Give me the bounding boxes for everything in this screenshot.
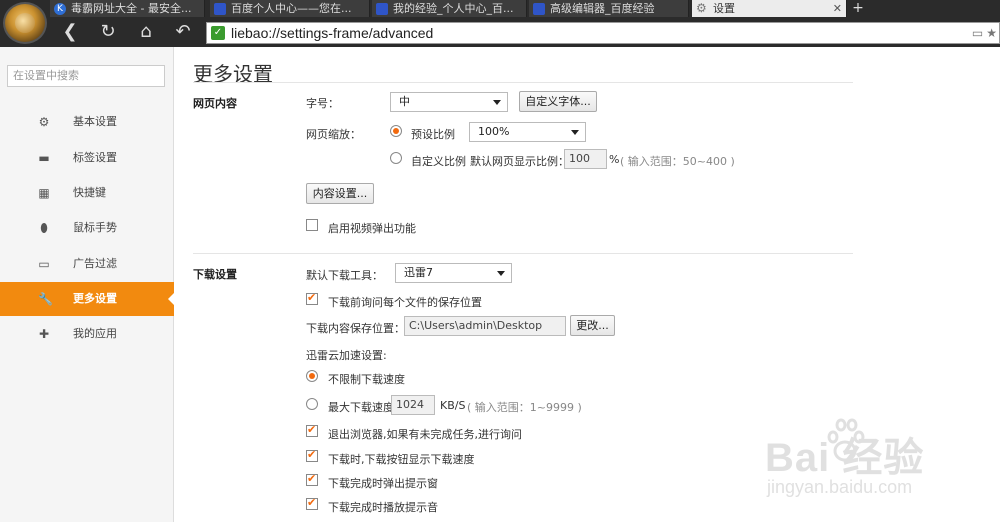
save-location-label: 下载内容保存位置： xyxy=(306,322,405,335)
change-location-button[interactable]: 更改... xyxy=(570,315,615,336)
star-icon[interactable]: ★ xyxy=(986,26,997,40)
mouse-icon: ⬮ xyxy=(40,221,48,235)
ask-location-label: 下载前询问每个文件的保存位置 xyxy=(328,296,482,309)
speed-unit: KB/S xyxy=(440,399,466,412)
font-size-select[interactable]: 中 xyxy=(390,92,508,112)
section-web-content: 网页内容 xyxy=(193,97,237,110)
settings-search-input[interactable]: 在设置中搜索 xyxy=(7,65,165,87)
back-icon[interactable]: ❮ xyxy=(57,20,83,44)
tab-title: 设置 xyxy=(713,2,735,15)
k-icon: K xyxy=(54,3,66,15)
content-settings-button[interactable]: 内容设置... xyxy=(306,183,374,204)
secure-check-icon: ✓ xyxy=(211,26,225,40)
custom-ratio-label: 自定义比例 xyxy=(411,155,466,168)
divider xyxy=(193,253,853,254)
font-size-label: 字号： xyxy=(306,97,339,110)
logo-inner xyxy=(15,13,35,33)
sidebar-item-label: 更多设置 xyxy=(73,292,117,305)
sidebar-item-label: 我的应用 xyxy=(73,327,117,340)
url-text[interactable]: liebao://settings-frame/advanced xyxy=(231,25,433,41)
video-popout-checkbox[interactable] xyxy=(306,219,318,231)
sidebar-item-label: 标签设置 xyxy=(73,151,117,164)
default-ratio-input[interactable]: 100 xyxy=(564,149,607,169)
exit-ask-label: 退出浏览器,如果有未完成任务,进行询问 xyxy=(328,428,522,441)
home-icon[interactable]: ⌂ xyxy=(133,20,159,44)
unlimited-speed-radio[interactable] xyxy=(306,370,318,382)
default-tool-label: 默认下载工具： xyxy=(306,269,383,282)
browser-logo-icon[interactable] xyxy=(3,2,47,44)
show-speed-checkbox[interactable] xyxy=(306,448,318,462)
gear-icon: ⚙ xyxy=(696,1,707,15)
video-popout-label: 启用视频弹出功能 xyxy=(328,222,416,235)
custom-font-button[interactable]: 自定义字体... xyxy=(519,91,597,112)
save-location-input[interactable]: C:\Users\admin\Desktop xyxy=(404,316,566,336)
tab-title: 百度个人中心——您在... xyxy=(231,2,352,15)
xunlei-accel-label: 迅雷云加速设置: xyxy=(306,349,387,362)
zoom-label: 网页缩放： xyxy=(306,128,361,141)
exit-ask-checkbox[interactable] xyxy=(306,423,318,437)
custom-ratio-radio[interactable] xyxy=(390,152,402,164)
sidebar-item-label: 广告过滤 xyxy=(73,257,117,270)
gear-icon: ⚙ xyxy=(38,115,50,129)
ratio-range-hint: ( 输入范围：50~400 ) xyxy=(620,155,735,168)
sound-done-checkbox[interactable] xyxy=(306,496,318,510)
baidu-paw-icon xyxy=(376,3,388,15)
tab-my-jingyan[interactable]: 我的经验_个人中心_百... xyxy=(372,0,527,17)
tab-duba-home[interactable]: K 毒霸网址大全 - 最安全... xyxy=(50,0,205,17)
new-tab-button[interactable]: + xyxy=(850,0,866,17)
wrench-icon: 🔧 xyxy=(38,292,53,306)
window-icon: ▭ xyxy=(38,257,50,271)
sidebar-item-adblock[interactable]: ▭ 广告过滤 xyxy=(0,247,174,281)
keyboard-icon: ▦ xyxy=(38,186,50,200)
baidu-paw-icon xyxy=(827,418,865,462)
tab-baidu-center[interactable]: 百度个人中心——您在... xyxy=(210,0,370,17)
sidebar-item-tabs[interactable]: ▬ 标签设置 xyxy=(0,141,174,175)
baidu-jingyan-watermark: Bai 经验 jingyan.baidu.com xyxy=(765,415,1000,522)
percent-unit: % xyxy=(609,153,620,166)
screen-block-icon[interactable]: ▭ xyxy=(972,26,983,40)
sidebar-item-label: 基本设置 xyxy=(73,115,117,128)
tab-title: 我的经验_个人中心_百... xyxy=(393,2,514,15)
address-bar-icons: ▭ ★ xyxy=(969,26,997,40)
divider xyxy=(193,82,853,83)
preset-ratio-radio[interactable] xyxy=(390,125,402,137)
section-download: 下载设置 xyxy=(193,268,237,281)
ask-location-checkbox[interactable] xyxy=(306,291,318,305)
refresh-icon[interactable]: ↻ xyxy=(95,20,121,44)
sidebar-item-label: 鼠标手势 xyxy=(73,221,117,234)
default-tool-select[interactable]: 迅雷7 xyxy=(395,263,512,283)
sidebar-item-basic[interactable]: ⚙ 基本设置 xyxy=(0,105,174,139)
max-speed-radio[interactable] xyxy=(306,398,318,410)
watermark-url: jingyan.baidu.com xyxy=(767,477,913,497)
close-icon[interactable]: ✕ xyxy=(833,0,842,17)
popup-done-label: 下载完成时弹出提示窗 xyxy=(328,477,438,490)
tab-title: 高级编辑器_百度经验 xyxy=(550,2,655,15)
sidebar-item-mouse-gesture[interactable]: ⬮ 鼠标手势 xyxy=(0,211,174,245)
tab-settings[interactable]: ⚙ 设置 ✕ xyxy=(692,0,847,17)
max-speed-input[interactable]: 1024 xyxy=(391,395,435,415)
popup-done-checkbox[interactable] xyxy=(306,472,318,486)
sound-done-label: 下载完成时播放提示音 xyxy=(328,501,438,514)
unlimited-speed-label: 不限制下载速度 xyxy=(328,373,405,386)
speed-range-hint: ( 输入范围：1~9999 ) xyxy=(467,401,582,414)
tab-title: 毒霸网址大全 - 最安全... xyxy=(71,2,192,15)
default-ratio-label: 默认网页显示比例： xyxy=(470,155,569,168)
preset-ratio-label: 预设比例 xyxy=(411,128,455,141)
sidebar-item-more-settings[interactable]: 🔧 更多设置 xyxy=(0,282,174,316)
sidebar-item-my-apps[interactable]: ✚ 我的应用 xyxy=(0,317,174,351)
tab-advanced-editor[interactable]: 高级编辑器_百度经验 xyxy=(529,0,689,17)
undo-icon[interactable]: ↶ xyxy=(170,20,196,44)
show-speed-label: 下载时,下载按钮显示下载速度 xyxy=(328,453,475,466)
tab-icon: ▬ xyxy=(38,151,50,165)
max-speed-label: 最大下载速度: xyxy=(328,401,398,414)
baidu-paw-icon xyxy=(533,3,545,15)
address-bar[interactable]: ✓ liebao://settings-frame/advanced ▭ ★ xyxy=(206,22,1000,44)
baidu-paw-icon xyxy=(214,3,226,15)
puzzle-icon: ✚ xyxy=(38,327,50,341)
sidebar-item-label: 快捷键 xyxy=(73,186,106,199)
preset-ratio-select[interactable]: 100% xyxy=(469,122,586,142)
sidebar-item-shortcuts[interactable]: ▦ 快捷键 xyxy=(0,176,174,210)
sidebar: 在设置中搜索 ⚙ 基本设置 ▬ 标签设置 ▦ 快捷键 ⬮ 鼠标手势 ▭ 广告过滤… xyxy=(0,47,174,522)
